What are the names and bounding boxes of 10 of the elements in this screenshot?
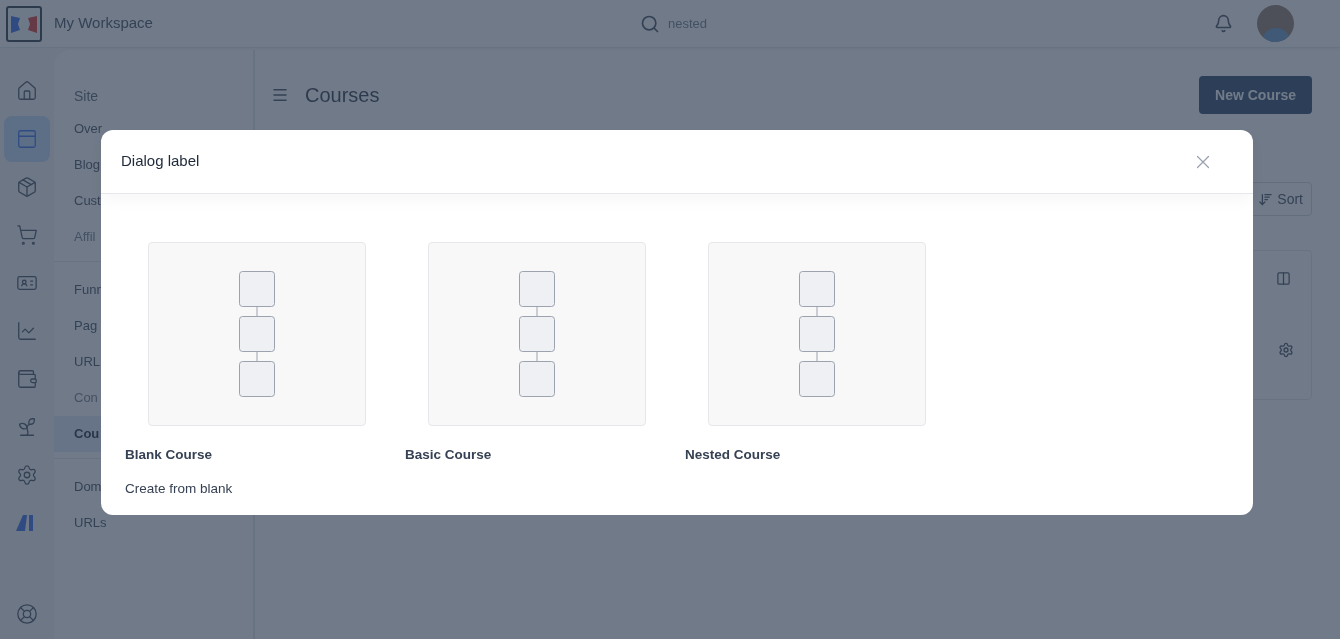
page-title: Courses <box>305 83 380 108</box>
dialog-title: Dialog label <box>121 151 200 172</box>
template-title: Blank Course <box>125 446 213 464</box>
course-structure-icon <box>518 270 556 398</box>
workspace-name: My Workspace <box>54 13 153 34</box>
template-title: Basic Course <box>405 446 492 464</box>
template-title: Nested Course <box>685 446 781 464</box>
course-structure-icon <box>238 270 276 398</box>
template-description: Create from blank <box>125 480 233 499</box>
course-structure-icon <box>798 270 836 398</box>
